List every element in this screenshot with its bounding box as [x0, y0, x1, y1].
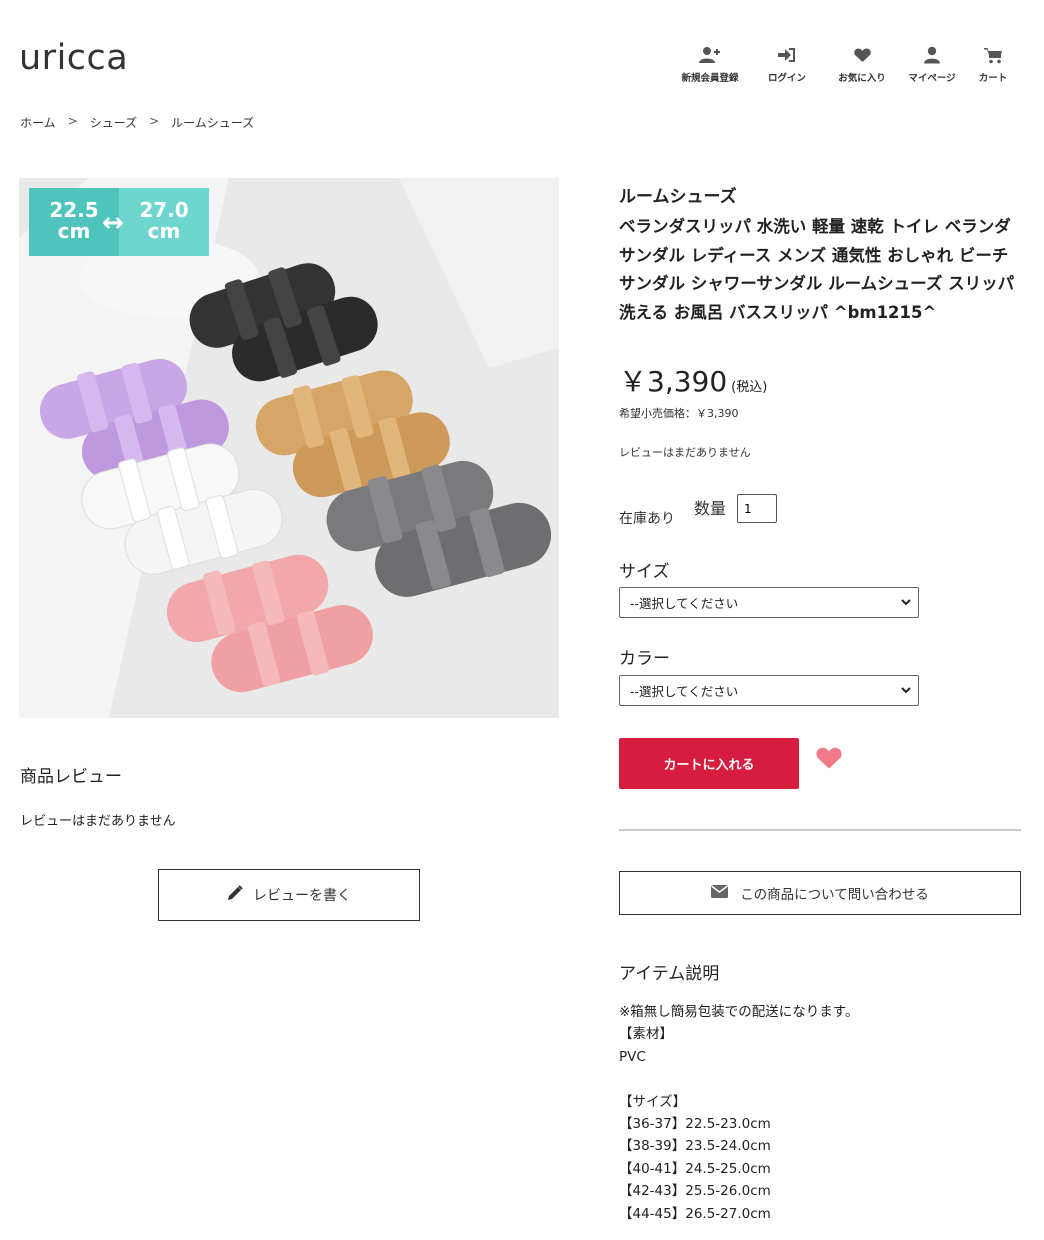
user-icon	[924, 44, 940, 66]
user-plus-icon	[699, 44, 721, 66]
write-review-label: レビューを書く	[253, 888, 351, 904]
quantity-input[interactable]	[737, 494, 777, 523]
write-review-button[interactable]: レビューを書く	[158, 869, 420, 921]
description-line: 【44-45】26.5-27.0cm	[619, 1205, 771, 1222]
nav-cart-label: カート	[978, 73, 1008, 84]
review-section-title: 商品レビュー	[20, 767, 122, 787]
description-line	[619, 1068, 858, 1090]
favorite-heart-icon[interactable]	[816, 747, 842, 774]
description-line: PVC	[619, 1048, 646, 1065]
color-select-value: --選択してください	[630, 684, 739, 699]
breadcrumb-home[interactable]: ホーム	[20, 114, 56, 131]
size-max-unit: cm	[147, 219, 181, 243]
chevron-down-icon	[900, 684, 912, 699]
breadcrumb-separator: >	[149, 114, 160, 128]
inquiry-label: この商品について問い合わせる	[740, 887, 929, 903]
review-empty-text: レビューはまだありません	[20, 814, 176, 829]
nav-favorites[interactable]: お気に入り	[822, 44, 902, 84]
price-value: ￥3,390	[619, 365, 728, 398]
pencil-icon	[227, 885, 243, 905]
size-max-badge: 27.0 cm	[119, 188, 209, 256]
header-nav: 新規会員登録 ログイン お気に入り マイページ カート	[668, 44, 1024, 84]
cart-icon	[983, 44, 1003, 66]
product-price: ￥3,390 (税込)	[619, 360, 1021, 400]
product-photo-illustration	[19, 178, 559, 718]
size-label: サイズ	[619, 562, 670, 582]
add-to-cart-button[interactable]: カートに入れる	[619, 738, 799, 789]
description-line: 【42-43】25.5-26.0cm	[619, 1183, 771, 1200]
size-min-unit: cm	[57, 219, 91, 243]
description-line: 【素材】	[619, 1026, 673, 1043]
item-description-body: ※箱無し簡易包装での配送になります。 【素材】 PVC 【サイズ】 【36-37…	[619, 1001, 858, 1225]
description-line: 【36-37】22.5-23.0cm	[619, 1116, 771, 1133]
tax-note: (税込)	[731, 380, 768, 395]
nav-register-label: 新規会員登録	[681, 73, 739, 84]
product-inquiry-button[interactable]: この商品について問い合わせる	[619, 871, 1021, 915]
nav-login-label: ログイン	[767, 73, 806, 84]
site-logo[interactable]: uricca	[19, 38, 128, 78]
description-line: 【40-41】24.5-25.0cm	[619, 1160, 771, 1177]
double-arrow-icon: ↔	[102, 208, 124, 238]
size-select-value: --選択してください	[630, 596, 739, 611]
nav-cart[interactable]: カート	[962, 44, 1024, 84]
description-line: 【38-39】23.5-24.0cm	[619, 1138, 771, 1155]
color-label: カラー	[619, 649, 670, 669]
nav-mypage-label: マイページ	[908, 73, 956, 84]
breadcrumb-shoes[interactable]: シューズ	[90, 114, 137, 131]
nav-mypage[interactable]: マイページ	[902, 44, 962, 84]
section-divider	[619, 829, 1021, 831]
nav-login[interactable]: ログイン	[752, 44, 822, 84]
description-line: ※箱無し簡易包装での配送になります。	[619, 1004, 859, 1020]
review-status: レビューはまだありません	[619, 446, 751, 459]
chevron-down-icon	[900, 596, 912, 611]
heart-icon	[853, 44, 871, 66]
sign-in-icon	[778, 44, 796, 66]
product-title: ベランダスリッパ 水洗い 軽量 速乾 トイレ ベランダサンダル レディース メン…	[619, 217, 1015, 322]
breadcrumb-separator: >	[67, 114, 78, 128]
product-category: ルームシューズ	[619, 187, 737, 207]
quantity-label: 数量	[694, 499, 727, 518]
stock-status: 在庫あり	[619, 511, 675, 527]
breadcrumb: ホーム > シューズ > ルームシューズ	[20, 114, 254, 131]
nav-favorites-label: お気に入り	[838, 73, 886, 84]
size-select[interactable]: --選択してください	[619, 587, 919, 618]
size-range-badge: 22.5 cm 27.0 cm ↔	[29, 188, 209, 256]
nav-register[interactable]: 新規会員登録	[668, 44, 752, 84]
color-select[interactable]: --選択してください	[619, 675, 919, 706]
item-description-title: アイテム説明	[619, 964, 720, 984]
msrp-price: 希望小売価格：￥3,390	[619, 407, 739, 420]
envelope-icon	[711, 884, 729, 902]
product-image[interactable]: 22.5 cm 27.0 cm ↔	[19, 178, 559, 718]
description-line: 【サイズ】	[619, 1093, 687, 1110]
breadcrumb-room-shoes[interactable]: ルームシューズ	[171, 114, 254, 131]
